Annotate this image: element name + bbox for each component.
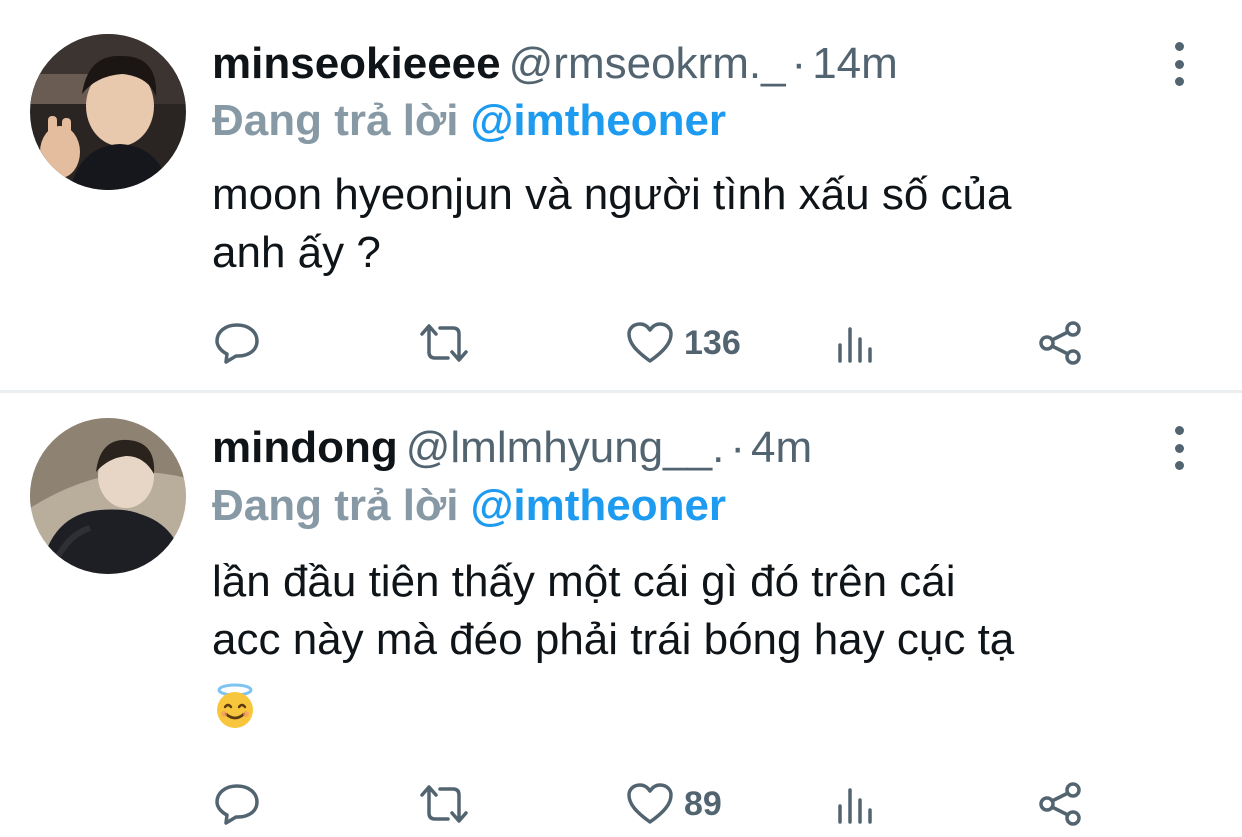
more-icon[interactable]	[1168, 426, 1190, 470]
retweet-button[interactable]	[416, 318, 472, 368]
separator-dot: ·	[791, 39, 807, 88]
reply-label: Đang trả lời	[212, 481, 459, 530]
display-name[interactable]: minseokieeee	[212, 39, 501, 88]
timestamp[interactable]: 4m	[751, 423, 812, 472]
views-icon	[838, 788, 872, 824]
like-count: 136	[684, 323, 741, 362]
tweet-header: mindong @lmlmhyung__. · 4m	[212, 418, 812, 478]
like-icon	[627, 322, 673, 363]
retweet-icon	[420, 785, 468, 823]
reply-button[interactable]	[214, 779, 260, 829]
views-button[interactable]	[834, 318, 878, 368]
reply-icon	[215, 784, 259, 825]
share-icon	[1039, 321, 1081, 365]
share-button[interactable]	[1038, 779, 1084, 829]
tweet-text: lần đầu tiên thấy một cái gì đó trên cái…	[212, 557, 1015, 664]
replying-to: Đang trả lời @imtheoner	[212, 93, 726, 149]
timestamp[interactable]: 14m	[812, 39, 898, 88]
smiling-face-with-halo-icon	[212, 683, 258, 729]
display-name[interactable]: mindong	[212, 423, 398, 472]
like-count: 89	[684, 784, 722, 823]
reply-icon	[215, 323, 259, 364]
user-handle[interactable]: @rmseokrm._	[509, 39, 786, 88]
views-button[interactable]	[834, 779, 878, 829]
share-icon	[1039, 782, 1081, 826]
avatar[interactable]	[30, 418, 186, 574]
retweet-icon	[420, 324, 468, 362]
avatar[interactable]	[30, 34, 186, 190]
replying-to: Đang trả lời @imtheoner	[212, 478, 726, 534]
retweet-button[interactable]	[416, 779, 472, 829]
like-button[interactable]: 89	[626, 779, 722, 829]
tweet-text: moon hyeonjun và người tình xấu số của a…	[212, 170, 1012, 277]
share-button[interactable]	[1038, 318, 1084, 368]
reply-button[interactable]	[214, 318, 260, 368]
reply-label: Đang trả lời	[212, 96, 459, 145]
tweet-header: minseokieeee @rmseokrm._ · 14m	[212, 34, 898, 94]
more-icon[interactable]	[1168, 42, 1190, 86]
tweet-1[interactable]: minseokieeee @rmseokrm._ · 14m Đang trả lời…	[0, 0, 1242, 390]
like-icon	[627, 783, 673, 824]
user-handle[interactable]: @lmlmhyung__.	[406, 423, 725, 472]
views-icon	[838, 327, 872, 363]
tweet-2[interactable]: mindong @lmlmhyung__. · 4m Đang trả lời @imt…	[0, 393, 1242, 837]
separator-dot: ·	[730, 423, 745, 472]
reply-mention-link[interactable]: @imtheoner	[470, 481, 726, 530]
reply-mention-link[interactable]: @imtheoner	[470, 96, 726, 145]
like-button[interactable]: 136	[626, 318, 741, 368]
tweet-feed: minseokieeee @rmseokrm._ · 14m Đang trả lời…	[0, 0, 1242, 837]
